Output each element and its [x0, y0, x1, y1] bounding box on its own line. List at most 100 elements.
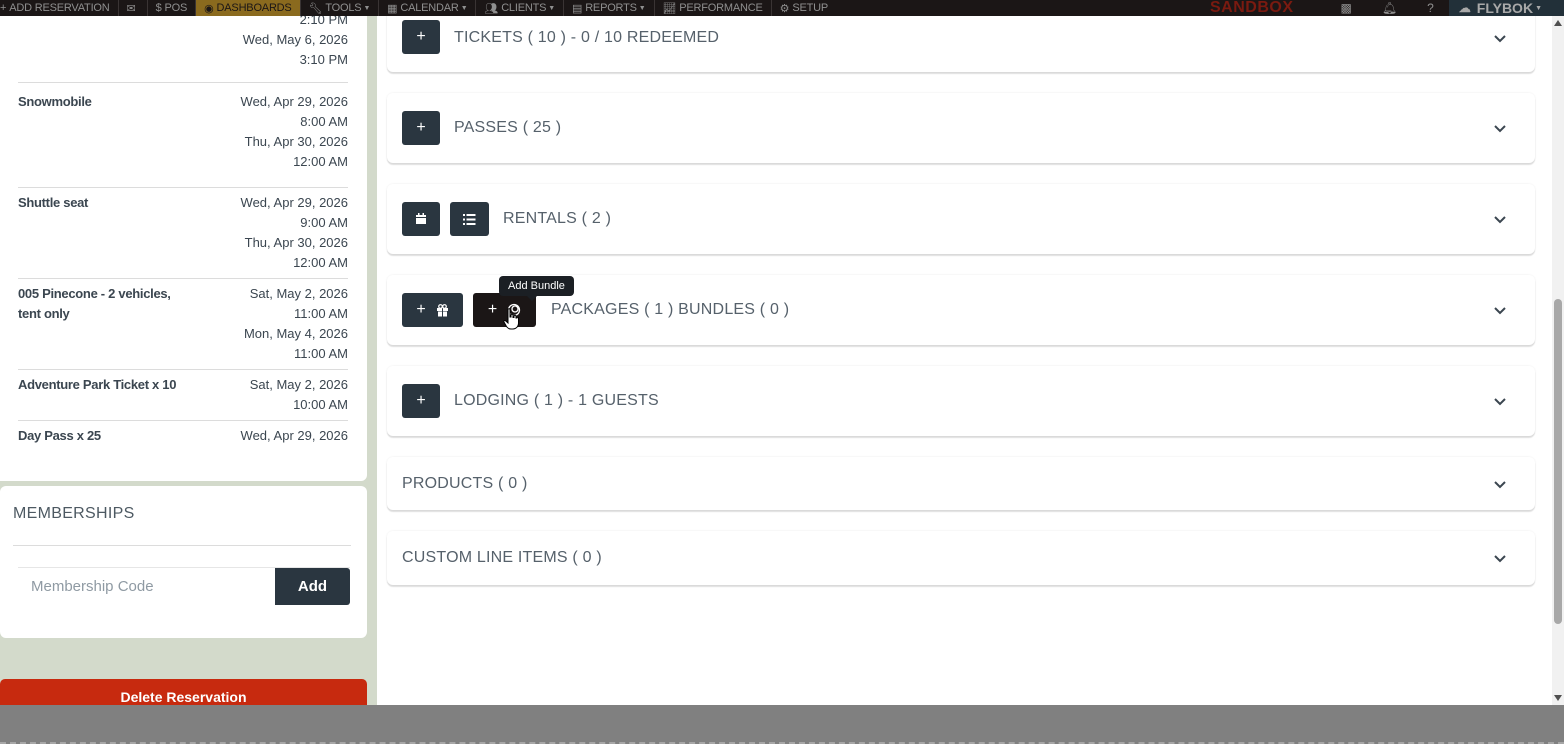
chevron-down-icon[interactable] — [1493, 395, 1507, 409]
chevron-down-icon[interactable] — [1493, 32, 1507, 46]
nav-calendar[interactable]: ▦ CALENDAR ▼ — [379, 0, 477, 16]
list-icon — [463, 213, 476, 225]
dollar-icon: $ — [155, 2, 162, 14]
left-panel: 2:10 PM Wed, May 6, 2026 3:10 PM Snowmob… — [0, 16, 377, 705]
date-line: Mon, May 4, 2026 — [243, 326, 348, 341]
calendar-icon — [416, 213, 426, 224]
item-name: Day Pass x 25 — [18, 428, 101, 443]
delete-reservation-button[interactable]: Delete Reservation — [0, 679, 367, 705]
date-line: Thu, Apr 30, 2026 — [244, 235, 348, 250]
date-line: Sat, May 2, 2026 — [249, 377, 348, 392]
nav-pos-label: POS — [164, 2, 188, 14]
item-dates: Wed, Apr 29, 2026 9:00 AM Thu, Apr 30, 2… — [241, 193, 348, 273]
hand-cursor-icon — [503, 308, 519, 330]
add-ticket-button[interactable]: + — [402, 20, 440, 54]
users-icon: 👥︎ — [484, 2, 499, 15]
add-bundle-tooltip: Add Bundle — [499, 276, 574, 301]
nav-clients[interactable]: 👥︎ CLIENTS ▼ — [476, 0, 564, 16]
caret-down-icon: ▼ — [460, 4, 468, 12]
nav-setup-label: SETUP — [792, 2, 828, 14]
add-package-button[interactable]: + — [402, 293, 463, 327]
membership-code-group: Add — [18, 567, 350, 605]
date-line: Wed, Apr 29, 2026 — [240, 428, 348, 443]
nav-messages[interactable]: ✉ — [119, 0, 148, 16]
reservation-items-card: 2:10 PM Wed, May 6, 2026 3:10 PM Snowmob… — [0, 16, 367, 481]
list-item: Day Pass x 25 Wed, Apr 29, 2026 — [18, 421, 348, 461]
section-rentals[interactable]: RENTALS ( 2 ) — [387, 184, 1535, 254]
section-title: PRODUCTS ( 0 ) — [402, 475, 528, 492]
calendar-icon: ▦ — [387, 2, 398, 15]
item-name: Adventure Park Ticket x 10 — [18, 377, 177, 392]
section-title: RENTALS ( 2 ) — [503, 210, 612, 227]
nav-tools-label: TOOLS — [325, 2, 362, 14]
section-lodging[interactable]: + LODGING ( 1 ) - 1 GUESTS — [387, 366, 1535, 436]
chevron-down-icon[interactable] — [1493, 552, 1507, 566]
qr-code-icon[interactable]: ▩ — [1341, 1, 1352, 15]
nav-tools[interactable]: 🔧︎ TOOLS ▼ — [301, 0, 380, 16]
section-products[interactable]: PRODUCTS ( 0 ) — [387, 457, 1535, 510]
section-passes[interactable]: + PASSES ( 25 ) — [387, 93, 1535, 163]
chevron-down-icon[interactable] — [1493, 478, 1507, 492]
vertical-scrollbar[interactable] — [1552, 16, 1564, 705]
nav-performance-label: PERFORMANCE — [679, 2, 763, 14]
date-line: Thu, Apr 30, 2026 — [244, 134, 348, 149]
nav-clients-label: CLIENTS — [501, 2, 547, 14]
main-panel: + TICKETS ( 10 ) - 0 / 10 REDEEMED + PAS… — [377, 16, 1552, 705]
nav-add-reservation[interactable]: + ADD RESERVATION — [0, 0, 119, 16]
bell-icon[interactable]: 🔔︎ — [1382, 1, 1397, 15]
item-dates: Wed, Apr 29, 2026 — [241, 426, 348, 446]
chevron-down-icon[interactable] — [1493, 122, 1507, 136]
caret-down-icon: ▼ — [548, 4, 555, 12]
nav-dashboards[interactable]: ◉ DASHBOARDS — [196, 0, 301, 16]
file-icon: ▤ — [571, 2, 583, 15]
wrench-icon: 🔧︎ — [308, 2, 323, 15]
section-custom-line-items[interactable]: CUSTOM LINE ITEMS ( 0 ) — [387, 531, 1535, 585]
nav-pos[interactable]: $ POS — [148, 0, 197, 16]
rental-list-button[interactable] — [450, 202, 489, 236]
list-item: Snowmobile Wed, Apr 29, 2026 8:00 AM Thu… — [18, 94, 348, 188]
date-line: Wed, Apr 29, 2026 — [240, 195, 348, 210]
item-name: 005 Pinecone - 2 vehicles, tent only — [18, 286, 171, 321]
nav-reports[interactable]: ▤ REPORTS ▼ — [564, 0, 655, 16]
list-item: Shuttle seat Wed, Apr 29, 2026 9:00 AM T… — [18, 188, 348, 279]
date-line: 12:00 AM — [293, 154, 348, 169]
add-pass-button[interactable]: + — [402, 111, 440, 145]
date-line: 3:10 PM — [299, 52, 348, 67]
date-line: 9:00 AM — [300, 215, 348, 230]
nav-calendar-label: CALENDAR — [400, 2, 459, 14]
section-tickets[interactable]: + TICKETS ( 10 ) - 0 / 10 REDEEMED — [387, 16, 1535, 72]
brand-menu[interactable]: ☁ FLYBOK ▼ — [1448, 0, 1564, 16]
chart-line-icon: 📈︎ — [662, 2, 677, 15]
gift-icon — [436, 303, 448, 317]
scroll-up-icon[interactable] — [1554, 20, 1562, 26]
list-item: Adventure Park Ticket x 10 Sat, May 2, 2… — [18, 370, 348, 421]
window-bottom-bar — [0, 705, 1564, 744]
section-title: CUSTOM LINE ITEMS ( 0 ) — [402, 549, 602, 566]
membership-code-input[interactable] — [18, 568, 275, 605]
scroll-down-icon[interactable] — [1554, 695, 1562, 701]
nav-performance[interactable]: 📈︎ PERFORMANCE — [655, 0, 772, 16]
date-line: 12:00 AM — [293, 255, 348, 270]
brand-logo-icon: ☁ — [1458, 1, 1471, 15]
brand-label: FLYBOK — [1476, 0, 1534, 16]
chevron-down-icon[interactable] — [1493, 304, 1507, 318]
rental-calendar-button[interactable] — [402, 202, 440, 236]
item-name: Snowmobile — [18, 94, 92, 109]
scrollbar-thumb[interactable] — [1554, 299, 1562, 624]
chevron-down-icon[interactable] — [1493, 213, 1507, 227]
help-icon[interactable]: ? — [1427, 1, 1434, 15]
date-line: Wed, Apr 29, 2026 — [240, 94, 348, 109]
plus-icon: + — [416, 301, 426, 318]
item-dates: 2:10 PM Wed, May 6, 2026 3:10 PM — [243, 16, 348, 70]
envelope-icon: ✉ — [126, 2, 136, 15]
date-line: 11:00 AM — [294, 306, 348, 321]
add-membership-button[interactable]: Add — [275, 568, 350, 605]
nav-right: SANDBOX ▩ 🔔︎ ? ☁ FLYBOK ▼ — [1210, 0, 1564, 16]
top-nav: + ADD RESERVATION ✉ $ POS ◉ DASHBOARDS 🔧… — [0, 0, 1564, 16]
item-dates: Wed, Apr 29, 2026 8:00 AM Thu, Apr 30, 2… — [241, 92, 348, 172]
nav-setup[interactable]: ⚙ SETUP — [772, 0, 836, 16]
caret-down-icon: ▼ — [363, 4, 371, 12]
plus-icon: + — [0, 2, 7, 14]
add-lodging-button[interactable]: + — [402, 384, 440, 418]
sandbox-label: SANDBOX — [1210, 0, 1294, 16]
